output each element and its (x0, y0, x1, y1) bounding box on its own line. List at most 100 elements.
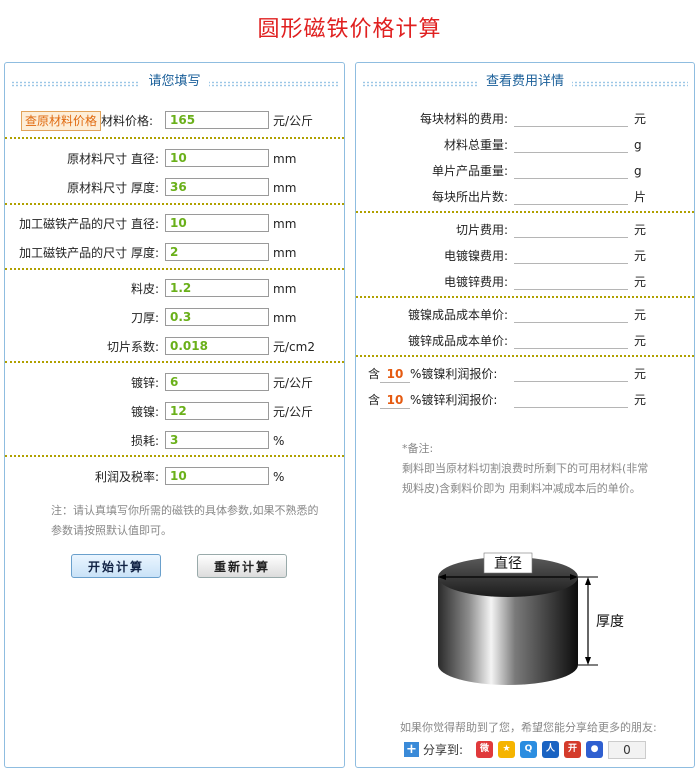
nickel-unit: 元/公斤 (273, 405, 314, 419)
qq-icon[interactable]: Q (520, 741, 537, 758)
zinc-label: 镀锌: (130, 376, 159, 390)
slice-coef-label: 切片系数: (106, 340, 159, 354)
qzone-icon[interactable]: ★ (498, 741, 515, 758)
nickel-quote-label: 含 10 %镀镍利润报价: (368, 364, 497, 384)
blade-label: 刀厚: (130, 311, 159, 325)
result-unit: 元 (634, 308, 647, 322)
result-unit: 元 (634, 249, 647, 263)
lookup-material-price-button[interactable]: 查原材料价格 (21, 111, 102, 131)
raw-diameter-row: 原材料尺寸 直径: mm (5, 149, 344, 169)
blade-unit: mm (273, 311, 297, 325)
thickness-label: 厚度 (596, 614, 624, 630)
loss-input[interactable] (165, 431, 269, 449)
result-panel-header: 查看费用详情 (362, 71, 688, 93)
raw-thickness-row: 原材料尺寸 厚度: mm (5, 178, 344, 198)
result-value-field (514, 322, 628, 323)
product-diameter-input[interactable] (165, 214, 269, 232)
material-price-label: 材料价格: (101, 114, 154, 128)
result-unit: 片 (634, 190, 647, 204)
loss-unit: % (273, 434, 285, 448)
quote-prefix: 含 (368, 367, 381, 381)
remark-title: *备注: (402, 442, 434, 455)
baidu-icon[interactable]: ● (586, 741, 603, 758)
profit-unit: % (273, 470, 285, 484)
result-label: 电镀镍费用: (443, 249, 508, 263)
result-unit: 元 (634, 334, 647, 348)
result-unit: 元 (634, 112, 647, 126)
product-thickness-input[interactable] (165, 243, 269, 261)
remark-block: *备注: 剩料即当原材料切割浪费时所剩下的可用材料(非常规料皮)含剩料价即为 用… (402, 439, 652, 499)
scrap-input[interactable] (165, 279, 269, 297)
product-diameter-label: 加工磁铁产品的尺寸 直径: (19, 217, 159, 231)
loss-row: 损耗: % (5, 431, 344, 451)
result-label: 每块所出片数: (431, 190, 508, 204)
blade-input[interactable] (165, 308, 269, 326)
separator (356, 211, 694, 213)
result-label: 单片产品重量: (431, 164, 508, 178)
input-panel: 请您填写 查原材料价格 材料价格: 元/公斤 原材料尺寸 直径: mm 原材料尺… (4, 62, 345, 768)
quote-prefix: 含 (368, 393, 381, 407)
raw-diameter-unit: mm (273, 152, 297, 166)
result-value-field (514, 152, 628, 153)
result-value-field (514, 126, 628, 127)
result-value-field (514, 348, 628, 349)
result-row-nickel-quote: 含 10 %镀镍利润报价: 元 (356, 364, 694, 384)
result-value-field (514, 237, 628, 238)
scrap-label: 料皮: (130, 282, 159, 296)
result-panel-title: 查看费用详情 (477, 71, 572, 93)
slice-coef-row: 切片系数: 元/cm2 (5, 337, 344, 357)
profit-input[interactable] (165, 467, 269, 485)
input-note: 注：请认真填写你所需的磁铁的具体参数,如果不熟悉的参数请按照默认值即可。 (51, 504, 319, 537)
separator (5, 268, 344, 270)
magnet-dimension-diagram: 直径 厚度 (402, 537, 624, 697)
result-row-piece-weight: 单片产品重量: g (356, 161, 694, 181)
start-calculate-button[interactable]: 开始计算 (71, 554, 161, 578)
result-row-slice-cost: 切片费用: 元 (356, 220, 694, 240)
result-label: 电镀锌费用: (443, 275, 508, 289)
separator (5, 203, 344, 205)
renren-icon[interactable]: 人 (542, 741, 559, 758)
raw-thickness-input[interactable] (165, 178, 269, 196)
zinc-row: 镀锌: 元/公斤 (5, 373, 344, 393)
result-label: 材料总重量: (443, 138, 508, 152)
scrap-unit: mm (273, 282, 297, 296)
raw-thickness-label: 原材料尺寸 厚度: (67, 181, 159, 195)
nickel-input[interactable] (165, 402, 269, 420)
separator (356, 296, 694, 298)
share-plus-icon[interactable]: + (404, 742, 419, 757)
material-price-input[interactable] (165, 111, 269, 129)
zinc-quote-label: 含 10 %镀锌利润报价: (368, 390, 497, 410)
product-thickness-label: 加工磁铁产品的尺寸 厚度: (19, 246, 159, 260)
loss-label: 损耗: (130, 434, 159, 448)
result-value-field (514, 407, 628, 408)
sina-weibo-icon[interactable]: 微 (476, 741, 493, 758)
zinc-input[interactable] (165, 373, 269, 391)
separator (5, 455, 344, 457)
raw-diameter-input[interactable] (165, 149, 269, 167)
result-unit: g (634, 138, 642, 152)
result-row-zinc-quote: 含 10 %镀锌利润报价: 元 (356, 390, 694, 410)
cylinder-diagram-svg: 直径 厚度 (402, 537, 624, 697)
quote-suffix: %镀镍利润报价: (410, 367, 498, 381)
kaixin-icon[interactable]: 开 (564, 741, 581, 758)
blade-row: 刀厚: mm (5, 308, 344, 328)
share-bar: + 分享到: 微 ★ Q 人 开 ● 0 (404, 741, 664, 759)
product-thickness-row: 加工磁铁产品的尺寸 厚度: mm (5, 243, 344, 263)
product-diameter-row: 加工磁铁产品的尺寸 直径: mm (5, 214, 344, 234)
slice-coef-input[interactable] (165, 337, 269, 355)
share-count: 0 (608, 741, 646, 759)
result-value-field (514, 381, 628, 382)
reset-calculate-button[interactable]: 重新计算 (197, 554, 287, 578)
result-row-nickel-cost: 电镀镍费用: 元 (356, 246, 694, 266)
raw-diameter-label: 原材料尺寸 直径: (67, 152, 159, 166)
result-unit: 元 (634, 393, 647, 407)
material-price-row: 查原材料价格 材料价格: 元/公斤 (5, 111, 344, 131)
separator (5, 361, 344, 363)
profit-label: 利润及税率: (94, 470, 159, 484)
result-value-field (514, 289, 628, 290)
separator (356, 355, 694, 357)
result-label: 镀锌成品成本单价: (407, 334, 508, 348)
zinc-unit: 元/公斤 (273, 376, 314, 390)
result-value-field (514, 204, 628, 205)
result-label: 镀镍成品成本单价: (407, 308, 508, 322)
